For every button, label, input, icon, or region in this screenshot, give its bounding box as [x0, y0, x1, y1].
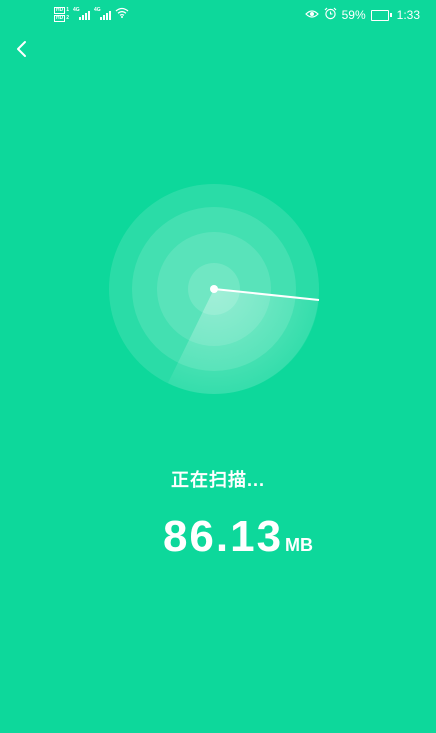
- network-type-1: 4G: [73, 7, 80, 13]
- status-bar-right: 59% 1:33: [304, 7, 420, 23]
- signal-icon-1: 4G: [73, 7, 91, 20]
- chevron-left-icon: [17, 41, 26, 57]
- battery-icon: [370, 9, 392, 21]
- hd-indicators: HD 1 HD 2: [54, 6, 70, 22]
- scan-status-text: 正在扫描...: [170, 470, 265, 490]
- clock-time: 1:33: [396, 8, 420, 22]
- hd-label-1: HD: [54, 6, 66, 14]
- radar-scanner: [109, 184, 320, 395]
- back-button[interactable]: [8, 35, 36, 63]
- eye-icon: [304, 8, 319, 22]
- alarm-icon: [324, 7, 337, 23]
- scanned-size: 86.13 MB: [0, 512, 436, 562]
- wifi-icon: [115, 7, 129, 21]
- hd-badge-2: HD 2: [54, 14, 70, 22]
- hd-label-2: HD: [54, 14, 66, 22]
- hd-sub-1: 1: [66, 6, 70, 13]
- signal-icon-2: 4G: [94, 7, 112, 20]
- status-bar-left: HD 1 HD 2 4G 4G: [54, 4, 129, 24]
- hd-badge-1: HD 1: [54, 6, 70, 14]
- battery-percent: 59%: [341, 8, 366, 22]
- status-bar: HD 1 HD 2 4G 4G 59% 1:33: [0, 0, 436, 30]
- scan-screen: HD 1 HD 2 4G 4G 59% 1:33 正在扫描... 86.13 M…: [0, 0, 436, 733]
- scanned-size-unit: MB: [285, 535, 314, 555]
- hd-sub-2: 2: [66, 14, 70, 21]
- radar-center-dot: [210, 285, 218, 293]
- network-type-2: 4G: [94, 7, 101, 13]
- scanned-size-value: 86.13: [162, 512, 284, 561]
